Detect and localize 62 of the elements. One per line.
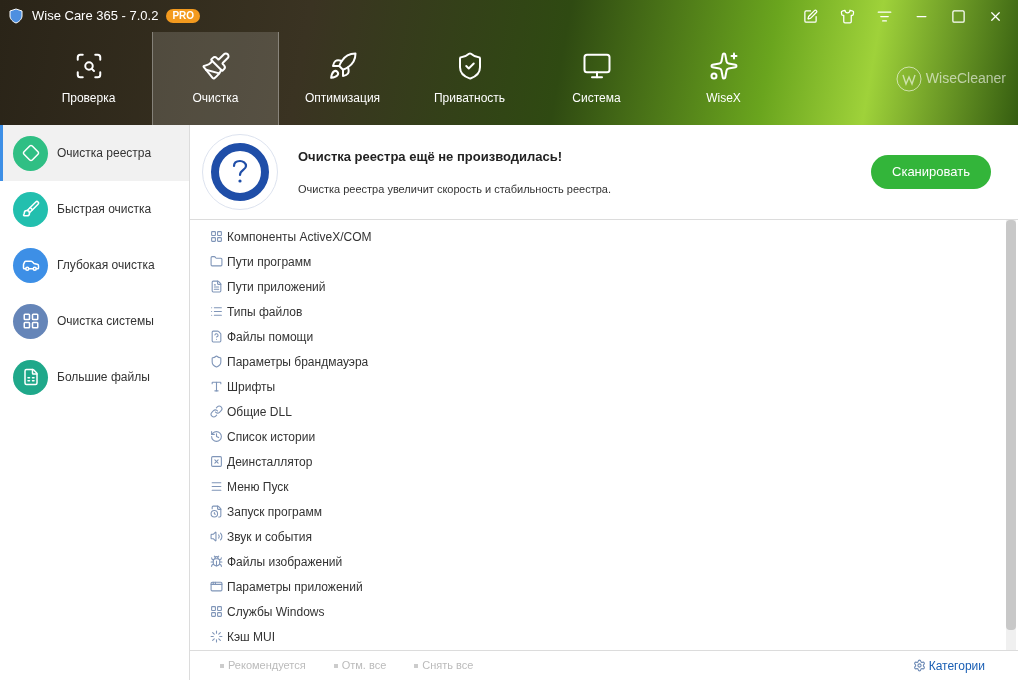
status-description: Очистка реестра увеличит скорость и стабильность реестра. bbox=[298, 181, 613, 197]
category-item[interactable]: Пути приложений bbox=[210, 274, 1006, 299]
help-file-icon bbox=[210, 330, 223, 343]
shirt-icon[interactable] bbox=[840, 8, 855, 24]
font-icon bbox=[210, 380, 223, 393]
category-item[interactable]: Кэш MUI bbox=[210, 624, 1006, 649]
category-item[interactable]: Шрифты bbox=[210, 374, 1006, 399]
document-icon bbox=[210, 280, 223, 293]
category-item[interactable]: Компоненты ActiveX/COM bbox=[210, 224, 1006, 249]
list-icon[interactable] bbox=[877, 8, 892, 24]
grid-icon bbox=[210, 230, 223, 243]
folder-icon bbox=[210, 255, 223, 268]
square-bullet-icon bbox=[414, 663, 419, 668]
speaker-icon bbox=[210, 530, 223, 543]
shield-logo-icon bbox=[8, 8, 24, 24]
maximize-icon[interactable] bbox=[951, 8, 966, 24]
category-item[interactable]: Параметры брандмауэра bbox=[210, 349, 1006, 374]
nav-tab[interactable]: Очистка bbox=[152, 32, 279, 125]
status-title: Очистка реестра ещё не производилась! bbox=[298, 148, 563, 166]
category-item[interactable]: Звук и события bbox=[210, 524, 1006, 549]
category-item[interactable]: Службы Windows bbox=[210, 599, 1006, 624]
sidebar-item[interactable]: Очистка системы bbox=[0, 293, 189, 349]
brand-name: WiseCleaner bbox=[925, 69, 1006, 88]
bug-icon bbox=[210, 555, 223, 568]
sidebar-item[interactable]: Большие файлы bbox=[0, 349, 189, 405]
shield-icon bbox=[210, 355, 223, 368]
spinner-icon bbox=[210, 630, 223, 643]
category-item[interactable]: Файлы помощи bbox=[210, 324, 1006, 349]
nav-tab[interactable]: WiseX bbox=[660, 32, 787, 125]
category-item[interactable]: Деинсталлятор bbox=[210, 449, 1006, 474]
category-item[interactable]: Общие DLL bbox=[210, 399, 1006, 424]
broom-icon bbox=[200, 50, 231, 81]
list-icon bbox=[210, 305, 223, 318]
link-icon bbox=[210, 405, 223, 418]
square-bullet-icon bbox=[220, 663, 224, 668]
category-item[interactable]: Меню Пуск bbox=[210, 474, 1006, 499]
app-window-icon bbox=[210, 580, 223, 593]
pro-badge: PRO bbox=[166, 9, 201, 23]
sparkle-icon bbox=[708, 50, 739, 81]
history-icon bbox=[210, 430, 223, 443]
edit-icon[interactable] bbox=[803, 8, 818, 24]
category-item[interactable]: Файлы изображений bbox=[210, 549, 1006, 574]
menu-icon bbox=[210, 480, 223, 493]
category-item[interactable]: Параметры приложений bbox=[210, 574, 1006, 599]
categories-link[interactable]: Категории bbox=[912, 656, 985, 675]
sidebar-item[interactable]: Глубокая очистка bbox=[0, 237, 189, 293]
nav-tab[interactable]: Система bbox=[533, 32, 660, 125]
nav-tab[interactable]: Приватность bbox=[406, 32, 533, 125]
category-item[interactable]: Список истории bbox=[210, 424, 1006, 449]
sidebar-item[interactable]: Быстрая очистка bbox=[0, 181, 189, 237]
nav-tab[interactable]: Оптимизация bbox=[279, 32, 406, 125]
square-bullet-icon bbox=[333, 663, 338, 668]
category-item[interactable]: Пути программ bbox=[210, 249, 1006, 274]
scrollbar[interactable] bbox=[1006, 220, 1016, 650]
rocket-icon bbox=[327, 50, 358, 81]
window-title: Wise Care 365 - 7.0.2 bbox=[32, 7, 159, 26]
nav-tab[interactable]: Проверка bbox=[25, 32, 152, 125]
category-item[interactable]: Запуск программ bbox=[210, 499, 1006, 524]
category-item[interactable]: Типы файлов bbox=[210, 299, 1006, 324]
settings-icon bbox=[912, 659, 926, 672]
sidebar-item[interactable]: Очистка реестра bbox=[0, 125, 189, 181]
brand-logo-icon bbox=[895, 65, 922, 92]
